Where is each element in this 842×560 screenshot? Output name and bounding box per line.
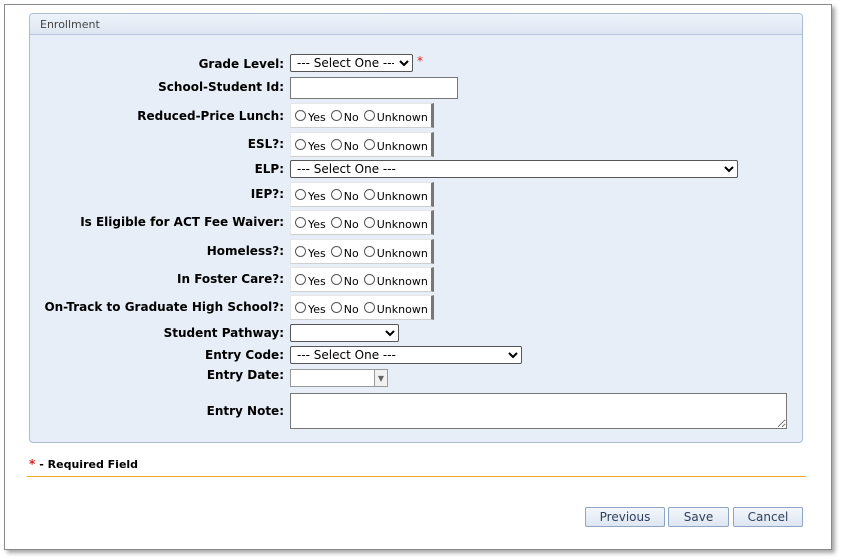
- school-student-id-input[interactable]: [290, 77, 458, 99]
- reduced-price-lunch-row: Reduced-Price Lunch: Yes No Unknown: [30, 103, 802, 128]
- radio-circle-icon[interactable]: [363, 274, 375, 285]
- calendar-dropdown-icon[interactable]: ▼: [374, 369, 388, 387]
- entry-code-label: Entry Code:: [205, 348, 284, 362]
- radio-circle-icon[interactable]: [295, 246, 306, 257]
- required-field-note: * - Required Field: [29, 457, 138, 471]
- enrollment-panel: Enrollment Grade Level: --- Select One -…: [29, 13, 803, 443]
- foster-care-radio-group: Yes No Unknown: [290, 267, 434, 292]
- student-pathway-select[interactable]: [290, 324, 399, 342]
- radio-no[interactable]: No: [330, 273, 359, 288]
- grade-level-label: Grade Level:: [198, 57, 284, 71]
- radio-no[interactable]: No: [330, 301, 359, 316]
- radio-circle-icon[interactable]: [295, 302, 306, 313]
- radio-circle-icon[interactable]: [330, 274, 342, 285]
- grade-level-row: Grade Level: --- Select One --- *: [30, 54, 802, 76]
- entry-code-row: Entry Code: --- Select One ---: [30, 346, 802, 368]
- esl-row: ESL?: Yes No Unknown: [30, 132, 802, 157]
- radio-circle-icon[interactable]: [330, 246, 342, 257]
- student-pathway-label: Student Pathway:: [163, 326, 284, 340]
- required-field-text: - Required Field: [39, 458, 139, 471]
- radio-circle-icon[interactable]: [363, 302, 375, 313]
- iep-row: IEP?: Yes No Unknown: [30, 182, 802, 207]
- elp-select[interactable]: --- Select One ---: [290, 160, 738, 178]
- entry-note-label: Entry Note:: [206, 404, 284, 418]
- radio-no[interactable]: No: [330, 138, 359, 153]
- radio-circle-icon[interactable]: [330, 139, 342, 150]
- radio-circle-icon[interactable]: [363, 139, 375, 150]
- radio-unknown[interactable]: Unknown: [363, 245, 428, 260]
- window-frame: Enrollment Grade Level: --- Select One -…: [4, 4, 832, 550]
- radio-circle-icon[interactable]: [363, 246, 375, 257]
- radio-unknown[interactable]: Unknown: [363, 109, 428, 124]
- radio-yes[interactable]: Yes: [294, 245, 326, 260]
- entry-date-label: Entry Date:: [206, 368, 284, 382]
- entry-code-select[interactable]: --- Select One ---: [290, 346, 522, 364]
- radio-yes[interactable]: Yes: [294, 188, 326, 203]
- homeless-radio-group: Yes No Unknown: [290, 239, 434, 264]
- act-fee-waiver-row: Is Eligible for ACT Fee Waiver: Yes No U…: [30, 210, 802, 235]
- entry-note-row: Entry Note:: [30, 393, 802, 431]
- reduced-price-lunch-label: Reduced-Price Lunch:: [137, 109, 284, 123]
- radio-no[interactable]: No: [330, 245, 359, 260]
- on-track-radio-group: Yes No Unknown: [290, 295, 434, 320]
- radio-circle-icon[interactable]: [330, 110, 342, 121]
- act-fee-waiver-label: Is Eligible for ACT Fee Waiver:: [80, 215, 284, 229]
- entry-date-row: Entry Date: ▼: [30, 368, 802, 391]
- radio-circle-icon[interactable]: [295, 274, 306, 285]
- foster-care-label: In Foster Care?:: [177, 272, 284, 286]
- radio-circle-icon[interactable]: [295, 217, 306, 228]
- school-student-id-row: School-Student Id:: [30, 77, 802, 99]
- radio-unknown[interactable]: Unknown: [363, 216, 428, 231]
- required-star: *: [417, 54, 423, 68]
- radio-yes[interactable]: Yes: [294, 216, 326, 231]
- on-track-label: On-Track to Graduate High School?:: [44, 300, 284, 314]
- panel-title: Enrollment: [30, 14, 802, 35]
- radio-circle-icon[interactable]: [363, 189, 375, 200]
- radio-yes[interactable]: Yes: [294, 138, 326, 153]
- previous-button[interactable]: Previous: [585, 507, 665, 527]
- radio-yes[interactable]: Yes: [294, 109, 326, 124]
- entry-date-input[interactable]: [290, 369, 374, 387]
- radio-no[interactable]: No: [330, 216, 359, 231]
- footer-divider: [27, 476, 806, 477]
- radio-unknown[interactable]: Unknown: [363, 138, 428, 153]
- required-star: *: [29, 457, 36, 471]
- radio-no[interactable]: No: [330, 109, 359, 124]
- radio-yes[interactable]: Yes: [294, 301, 326, 316]
- radio-circle-icon[interactable]: [295, 139, 306, 150]
- reduced-price-lunch-radio-group: Yes No Unknown: [290, 103, 434, 128]
- student-pathway-row: Student Pathway:: [30, 324, 802, 346]
- on-track-row: On-Track to Graduate High School?: Yes N…: [30, 295, 802, 320]
- radio-yes[interactable]: Yes: [294, 273, 326, 288]
- radio-circle-icon[interactable]: [330, 217, 342, 228]
- save-button[interactable]: Save: [668, 507, 729, 527]
- radio-unknown[interactable]: Unknown: [363, 188, 428, 203]
- entry-note-textarea[interactable]: [290, 393, 787, 429]
- esl-label: ESL?:: [247, 137, 284, 151]
- radio-circle-icon[interactable]: [330, 189, 342, 200]
- cancel-button[interactable]: Cancel: [733, 507, 803, 527]
- elp-row: ELP: --- Select One ---: [30, 160, 802, 182]
- school-student-id-label: School-Student Id:: [158, 80, 284, 94]
- entry-date-picker: ▼: [290, 369, 388, 387]
- radio-circle-icon[interactable]: [363, 110, 375, 121]
- homeless-row: Homeless?: Yes No Unknown: [30, 239, 802, 264]
- radio-circle-icon[interactable]: [295, 110, 306, 121]
- esl-radio-group: Yes No Unknown: [290, 132, 434, 157]
- radio-unknown[interactable]: Unknown: [363, 273, 428, 288]
- elp-label: ELP:: [254, 162, 284, 176]
- act-fee-waiver-radio-group: Yes No Unknown: [290, 210, 434, 235]
- radio-circle-icon[interactable]: [295, 189, 306, 200]
- iep-label: IEP?:: [250, 187, 284, 201]
- foster-care-row: In Foster Care?: Yes No Unknown: [30, 267, 802, 292]
- radio-unknown[interactable]: Unknown: [363, 301, 428, 316]
- iep-radio-group: Yes No Unknown: [290, 182, 434, 207]
- grade-level-select[interactable]: --- Select One ---: [290, 54, 413, 72]
- radio-circle-icon[interactable]: [330, 302, 342, 313]
- homeless-label: Homeless?:: [206, 244, 284, 258]
- radio-circle-icon[interactable]: [363, 217, 375, 228]
- radio-no[interactable]: No: [330, 188, 359, 203]
